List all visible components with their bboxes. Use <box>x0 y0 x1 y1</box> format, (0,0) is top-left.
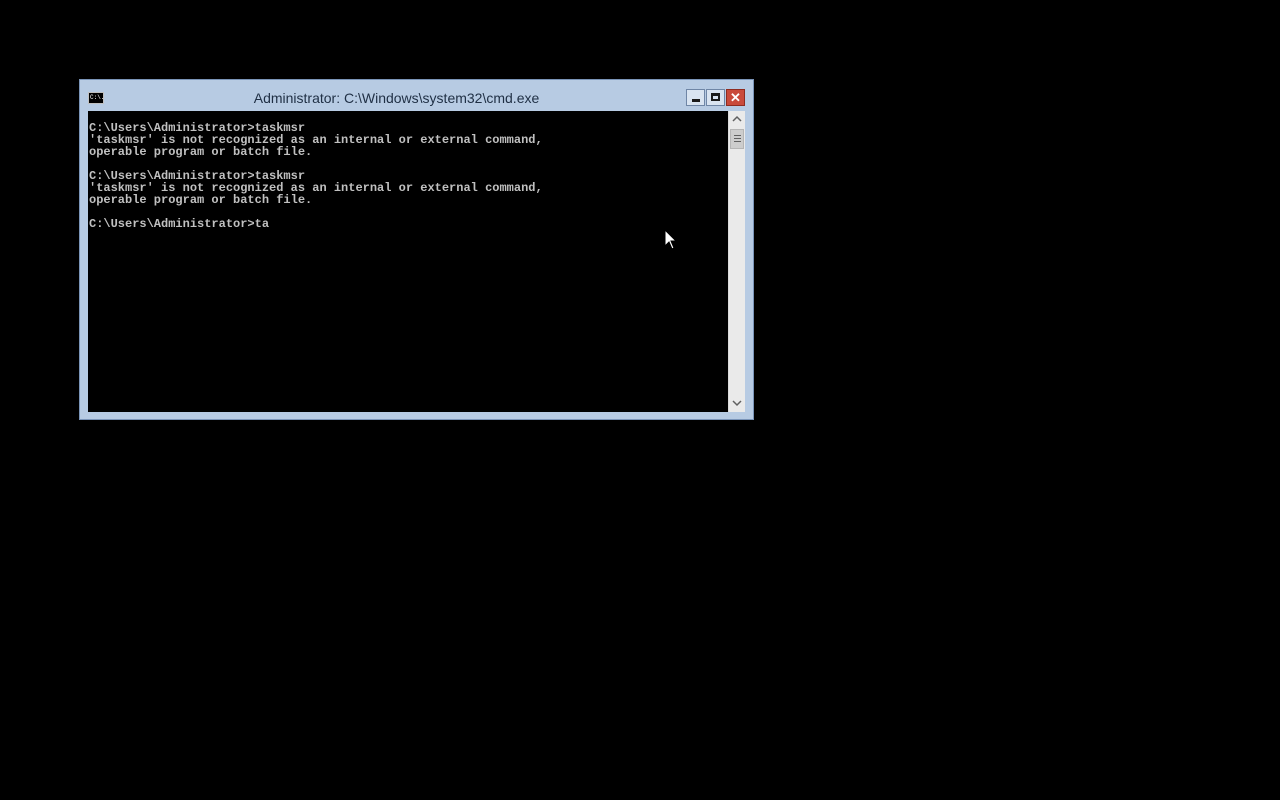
mouse-pointer-icon <box>664 229 678 250</box>
minimize-icon <box>692 99 700 102</box>
scroll-down-button[interactable] <box>729 395 745 411</box>
desktop: C:\. Administrator: C:\Windows\system32\… <box>0 0 1280 800</box>
console-line: operable program or batch file. <box>89 193 313 207</box>
grip-line <box>734 138 741 139</box>
window-title: Administrator: C:\Windows\system32\cmd.e… <box>253 90 540 106</box>
grip-line <box>734 135 741 136</box>
close-button[interactable]: ✕ <box>726 89 745 106</box>
console-line: operable program or batch file. <box>89 145 313 159</box>
console-text[interactable]: C:\Users\Administrator>taskmsr 'taskmsr'… <box>89 122 543 230</box>
console-line: C:\Users\Administrator>ta <box>89 217 270 231</box>
scroll-thumb[interactable] <box>730 129 744 149</box>
title-bar[interactable]: C:\. Administrator: C:\Windows\system32\… <box>80 80 753 110</box>
scroll-up-icon <box>732 115 742 122</box>
maximize-icon <box>711 93 720 101</box>
minimize-button[interactable] <box>686 89 705 106</box>
console-output-area[interactable]: C:\Users\Administrator>taskmsr 'taskmsr'… <box>88 111 728 412</box>
cmd-window[interactable]: C:\. Administrator: C:\Windows\system32\… <box>79 79 754 420</box>
grip-line <box>734 141 741 142</box>
maximize-button[interactable] <box>706 89 725 106</box>
scroll-up-button[interactable] <box>729 111 745 127</box>
scroll-down-icon <box>732 400 742 407</box>
vertical-scrollbar[interactable] <box>728 111 745 412</box>
close-icon: ✕ <box>730 90 741 105</box>
